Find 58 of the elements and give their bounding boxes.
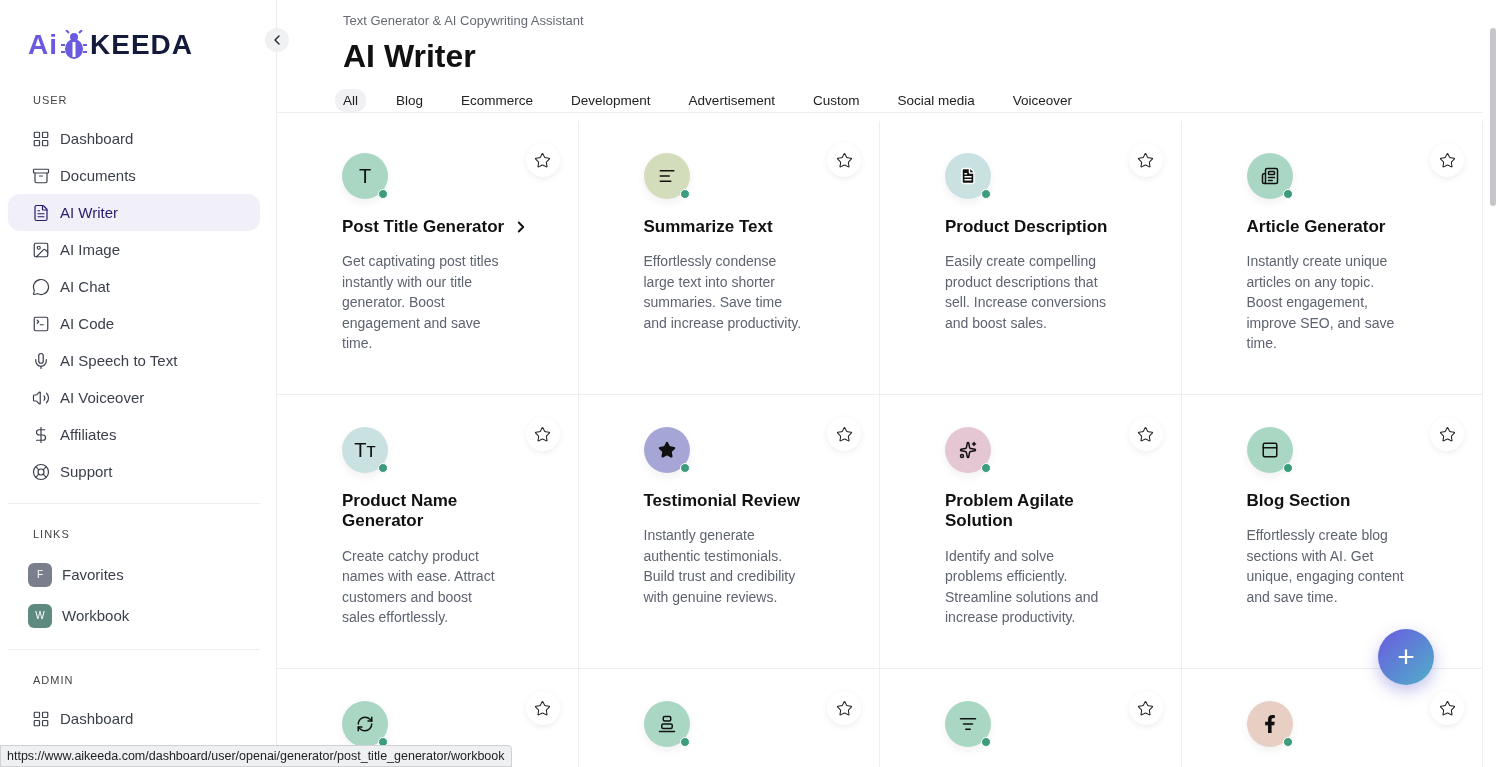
card-title: Blog Section: [1246, 491, 1351, 512]
card-description: Instantly create unique articles on any topic. Boost engagement, improve SEO, and save time.: [1246, 252, 1396, 354]
card-description: Effortlessly create blog sections with AI. Get unique, engaging content and save time.: [1246, 526, 1405, 607]
page-title: AI Writer: [343, 38, 477, 75]
card-description: Effortlessly condense large text into shorter summaries. Save time and increase productivity.: [643, 252, 803, 333]
card-description: Get captivating post titles instantly with our title generator. Boost engagement and save time.: [342, 252, 500, 354]
section-title: ADMIN: [32, 674, 75, 688]
filter-tab[interactable]: All: [335, 89, 366, 112]
link-label[interactable]: Workbook: [62, 607, 130, 624]
sidebar-item[interactable]: AI Code: [8, 305, 260, 342]
sidebar-item[interactable]: Support: [8, 453, 260, 490]
card-title: Testimonial Review: [643, 491, 800, 512]
card-title: Product Name Generator: [342, 491, 459, 532]
filter-tab[interactable]: Voiceover: [1004, 89, 1080, 112]
sidebar-item[interactable]: AI Chat: [8, 268, 260, 305]
template-card[interactable]: Problem Agilate Solution Identify and solve problems efficiently. Streamline solutions and increase productivity.: [880, 395, 1182, 669]
initial-badge: W: [28, 603, 52, 628]
sidebar-item[interactable]: Documents: [8, 157, 260, 194]
template-card[interactable]: Summarize Text Effortlessly condense large text into shorter summaries. Save time and increase productivity.: [578, 121, 880, 395]
section-title: LINKS: [32, 528, 71, 542]
letter-icon: Tт: [354, 438, 376, 462]
filter-tab[interactable]: Development: [563, 89, 659, 112]
card-title: Product Description: [945, 217, 1108, 238]
card-description: Create catchy product names with ease. Attract customers and boost sales effortlessly.: [342, 546, 496, 628]
link-label[interactable]: Favorites: [62, 566, 124, 583]
card-description: Easily create compelling product descriptions that sell. Increase conversions and boost sales.: [945, 252, 1108, 333]
template-card[interactable]: T Post Title Generator Get captivating post titles instantly with our title generator. Boost engagement and save time.: [277, 121, 579, 395]
template-card[interactable]: Tт Product Name Generator Create catchy product names with ease. Attract customers and boost sales effortlessly.: [277, 395, 579, 669]
filter-tab[interactable]: Ecommerce: [453, 89, 542, 112]
sidebar-item[interactable]: AI Image: [8, 231, 260, 268]
sidebar-item[interactable]: Dashboard: [8, 700, 260, 737]
initial-badge: F: [28, 562, 52, 587]
section-title: USER: [32, 94, 69, 108]
logo-text: KEEDA: [90, 29, 193, 61]
card-title: Summarize Text: [643, 217, 773, 238]
template-card[interactable]: Testimonial Review Instantly generate authentic testimonials. Build trust and credibility with genuine reviews.: [578, 395, 880, 669]
sidebar-item[interactable]: Affiliates: [8, 416, 260, 453]
letter-icon: T: [358, 164, 372, 188]
template-card[interactable]: Article Generator Instantly create unique articles on any topic. Boost engagement, improve SEO, and save time.: [1181, 121, 1483, 395]
template-card[interactable]: Product Description Easily create compelling product descriptions that sell. Increase conversions and boost sales.: [880, 121, 1182, 395]
sidebar-item[interactable]: AI Writer: [8, 194, 260, 231]
sidebar-item[interactable]: Dashboard: [8, 120, 260, 157]
logo-text: Ai: [28, 29, 58, 61]
sidebar-item[interactable]: AI Voiceover: [8, 379, 260, 416]
filter-tab[interactable]: Blog: [388, 89, 432, 112]
page-subtitle: Text Generator & AI Copywriting Assistant: [343, 13, 585, 28]
filter-tab[interactable]: Advertisement: [680, 89, 783, 112]
logo[interactable]: Ai KEEDA: [8, 30, 260, 60]
card-title: Article Generator: [1246, 217, 1386, 238]
add-button[interactable]: +: [1378, 629, 1434, 685]
card-title: Problem Agilate Solution: [945, 491, 1075, 532]
sidebar-item[interactable]: AI Speech to Text: [8, 342, 260, 379]
card-title: Post Title Generator: [342, 217, 505, 238]
card-description: Identify and solve problems efficiently. Streamline solutions and increase productivity.: [945, 546, 1100, 628]
card-description: Instantly generate authentic testimonials. Build trust and credibility with genuine reviews.: [643, 526, 797, 607]
filter-tab[interactable]: Social media: [889, 89, 983, 112]
filter-tab[interactable]: Custom: [804, 89, 868, 112]
status-url: https://www.aikeeda.com/dashboard/user/openai/generator/post_title_generator/workbook: [0, 745, 512, 767]
